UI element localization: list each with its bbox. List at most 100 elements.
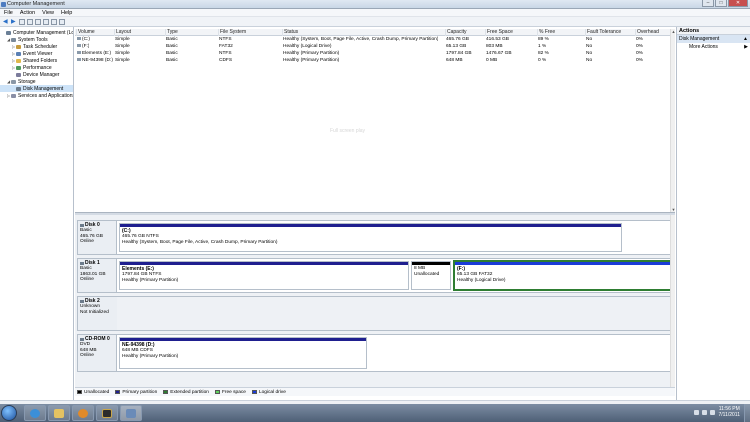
more-actions-item[interactable]: More Actions ▶: [677, 43, 750, 52]
cdrom-0-label[interactable]: CD-ROM 0 DVD 648 MB Online: [78, 335, 117, 371]
network-icon[interactable]: [702, 409, 708, 415]
settings-icon[interactable]: [59, 18, 65, 25]
volume-list-scrollbar[interactable]: ▲ ▼: [670, 29, 675, 212]
table-row[interactable]: NE-94398 (D:) Simple Basic CDFS Healthy (Pri…: [75, 57, 675, 64]
tray-arrow-icon[interactable]: [694, 409, 700, 415]
actions-section-label: Disk Management: [679, 36, 720, 42]
forward-arrow-icon[interactable]: ▶: [11, 19, 17, 25]
show-hide-tree-icon[interactable]: [19, 18, 25, 25]
export-icon[interactable]: [51, 18, 57, 25]
cell-text: Basic: [166, 44, 178, 49]
cell-text: CDFS: [219, 58, 233, 63]
more-actions-label: More Actions: [689, 44, 718, 50]
rescan-icon[interactable]: [43, 18, 49, 25]
tree-item[interactable]: Device Manager: [0, 71, 73, 78]
volume-icon[interactable]: [710, 409, 716, 415]
tree-item[interactable]: ◢ System Tools: [0, 36, 73, 43]
table-cell: Elements (E:): [77, 50, 111, 57]
taskbar-media-player[interactable]: [72, 405, 94, 421]
taskbar-explorer[interactable]: [48, 405, 70, 421]
column-header[interactable]: Volume: [76, 29, 95, 36]
taskbar-computer-management[interactable]: [120, 405, 142, 421]
close-button[interactable]: ✕: [728, 0, 748, 7]
maximize-button[interactable]: □: [715, 0, 727, 7]
partition-c[interactable]: (C:) 465.76 GB NTFS Healthy (System, Boo…: [119, 223, 622, 252]
legend-swatch: [77, 390, 82, 394]
disk-2-row[interactable]: Disk 2 Unknown Not Initialized: [77, 296, 671, 331]
cell-text: 65.13 GB: [446, 44, 467, 49]
table-row[interactable]: Elements (E:) Simple Basic NTFS Healthy (Pri…: [75, 50, 675, 57]
disk-management-pane: Volume Layout Type File System Status Capacit…: [75, 27, 675, 400]
unallocated-space[interactable]: 8 MB Unallocated: [411, 261, 451, 290]
tree-item-label: Shared Folders: [23, 57, 58, 64]
menu-view[interactable]: View: [42, 9, 54, 16]
help-icon[interactable]: [35, 18, 41, 25]
table-cell: 0%: [636, 57, 643, 64]
column-header[interactable]: Overhead: [635, 29, 659, 36]
disk-1-row[interactable]: Disk 1 Basic 1863.01 GB Online Elements …: [77, 258, 673, 293]
table-cell: CDFS: [219, 57, 232, 64]
taskbar-internet-explorer[interactable]: [24, 405, 46, 421]
performance-icon: [16, 65, 21, 70]
clock[interactable]: 11:56 PM 7/11/2011: [718, 406, 740, 418]
column-header[interactable]: Layout: [114, 29, 131, 36]
table-cell: (C:): [77, 36, 90, 43]
tree-item[interactable]: Computer Management (Local): [0, 29, 73, 36]
tree-item[interactable]: ◢ Storage: [0, 78, 73, 85]
back-arrow-icon[interactable]: ◀: [3, 19, 9, 25]
disk-0-label[interactable]: Disk 0 Basic 465.76 GB Online: [78, 221, 117, 254]
properties-icon[interactable]: [27, 18, 33, 25]
start-button[interactable]: [1, 405, 17, 421]
column-header[interactable]: Capacity: [445, 29, 466, 36]
tree-item[interactable]: ▷ Services and Applications: [0, 92, 73, 99]
disk-view-scrollbar[interactable]: [670, 215, 675, 387]
column-header[interactable]: File System: [218, 29, 246, 36]
cell-text: 0%: [636, 58, 643, 63]
partition-f[interactable]: (F:) 65.13 GB FAT32 Healthy (Logical Dri…: [453, 260, 673, 291]
tree-item-label: Storage: [18, 78, 36, 85]
show-desktop-button[interactable]: [744, 404, 750, 422]
table-row[interactable]: (F:) Simple Basic FAT32 Healthy (Logical Dri…: [75, 43, 675, 50]
column-header[interactable]: Status: [282, 29, 298, 36]
table-cell: 803 MB: [486, 43, 503, 50]
partition-status: Unallocated: [414, 271, 440, 277]
actions-section-disk-management[interactable]: Disk Management ▲: [677, 35, 750, 43]
cdrom-0-row[interactable]: CD-ROM 0 DVD 648 MB Online NE-94398 (D:)…: [77, 334, 671, 372]
table-cell: No: [586, 57, 592, 64]
minimize-button[interactable]: –: [702, 0, 714, 7]
table-cell: 465.76 GB: [446, 36, 469, 43]
tree-item[interactable]: ▷ Performance: [0, 64, 73, 71]
table-cell: Simple: [115, 43, 130, 50]
title-bar: Computer Management – □ ✕: [0, 0, 750, 9]
column-header[interactable]: % Free: [537, 29, 555, 36]
disk-2-label[interactable]: Disk 2 Unknown Not Initialized: [78, 297, 117, 330]
tree-item[interactable]: Disk Management: [0, 85, 73, 92]
table-cell: 416.53 GB: [486, 36, 509, 43]
tree-item[interactable]: ▷ Shared Folders: [0, 57, 73, 64]
disk-icon: [80, 261, 84, 265]
services-icon: [11, 93, 16, 98]
table-cell: FAT32: [219, 43, 233, 50]
table-row[interactable]: (C:) Simple Basic NTFS Healthy (System, Boot…: [75, 36, 675, 43]
column-header[interactable]: Fault Tolerance: [585, 29, 621, 36]
collapse-arrow-icon[interactable]: ▲: [743, 35, 748, 43]
tree-item-label: System Tools: [18, 36, 48, 43]
clock-date: 7/11/2011: [718, 412, 740, 418]
menu-file[interactable]: File: [4, 9, 13, 16]
menu-help[interactable]: Help: [61, 9, 72, 16]
cell-text: No: [586, 44, 593, 49]
partition-d[interactable]: NE-94398 (D:) 648 MB CDFS Healthy (Prima…: [119, 337, 367, 369]
disk-0-row[interactable]: Disk 0 Basic 465.76 GB Online (C:) 465.7…: [77, 220, 671, 255]
tree-item[interactable]: ▷ Event Viewer: [0, 50, 73, 57]
column-header[interactable]: Type: [165, 29, 178, 36]
menu-action[interactable]: Action: [20, 9, 35, 16]
disk-1-label[interactable]: Disk 1 Basic 1863.01 GB Online: [78, 259, 117, 292]
tree-item[interactable]: ▷ Task Scheduler: [0, 43, 73, 50]
table-cell: Healthy (Primary Partition): [283, 50, 339, 57]
column-header[interactable]: Free Space: [485, 29, 513, 36]
partition-e[interactable]: Elements (E:) 1797.84 GB NTFS Healthy (P…: [119, 261, 409, 290]
taskbar-game[interactable]: [96, 405, 118, 421]
cell-text: Healthy (System, Boot, Page File, Active…: [283, 37, 439, 42]
legend-item: Logical drive: [251, 390, 286, 395]
cell-text: 1 %: [538, 44, 547, 49]
